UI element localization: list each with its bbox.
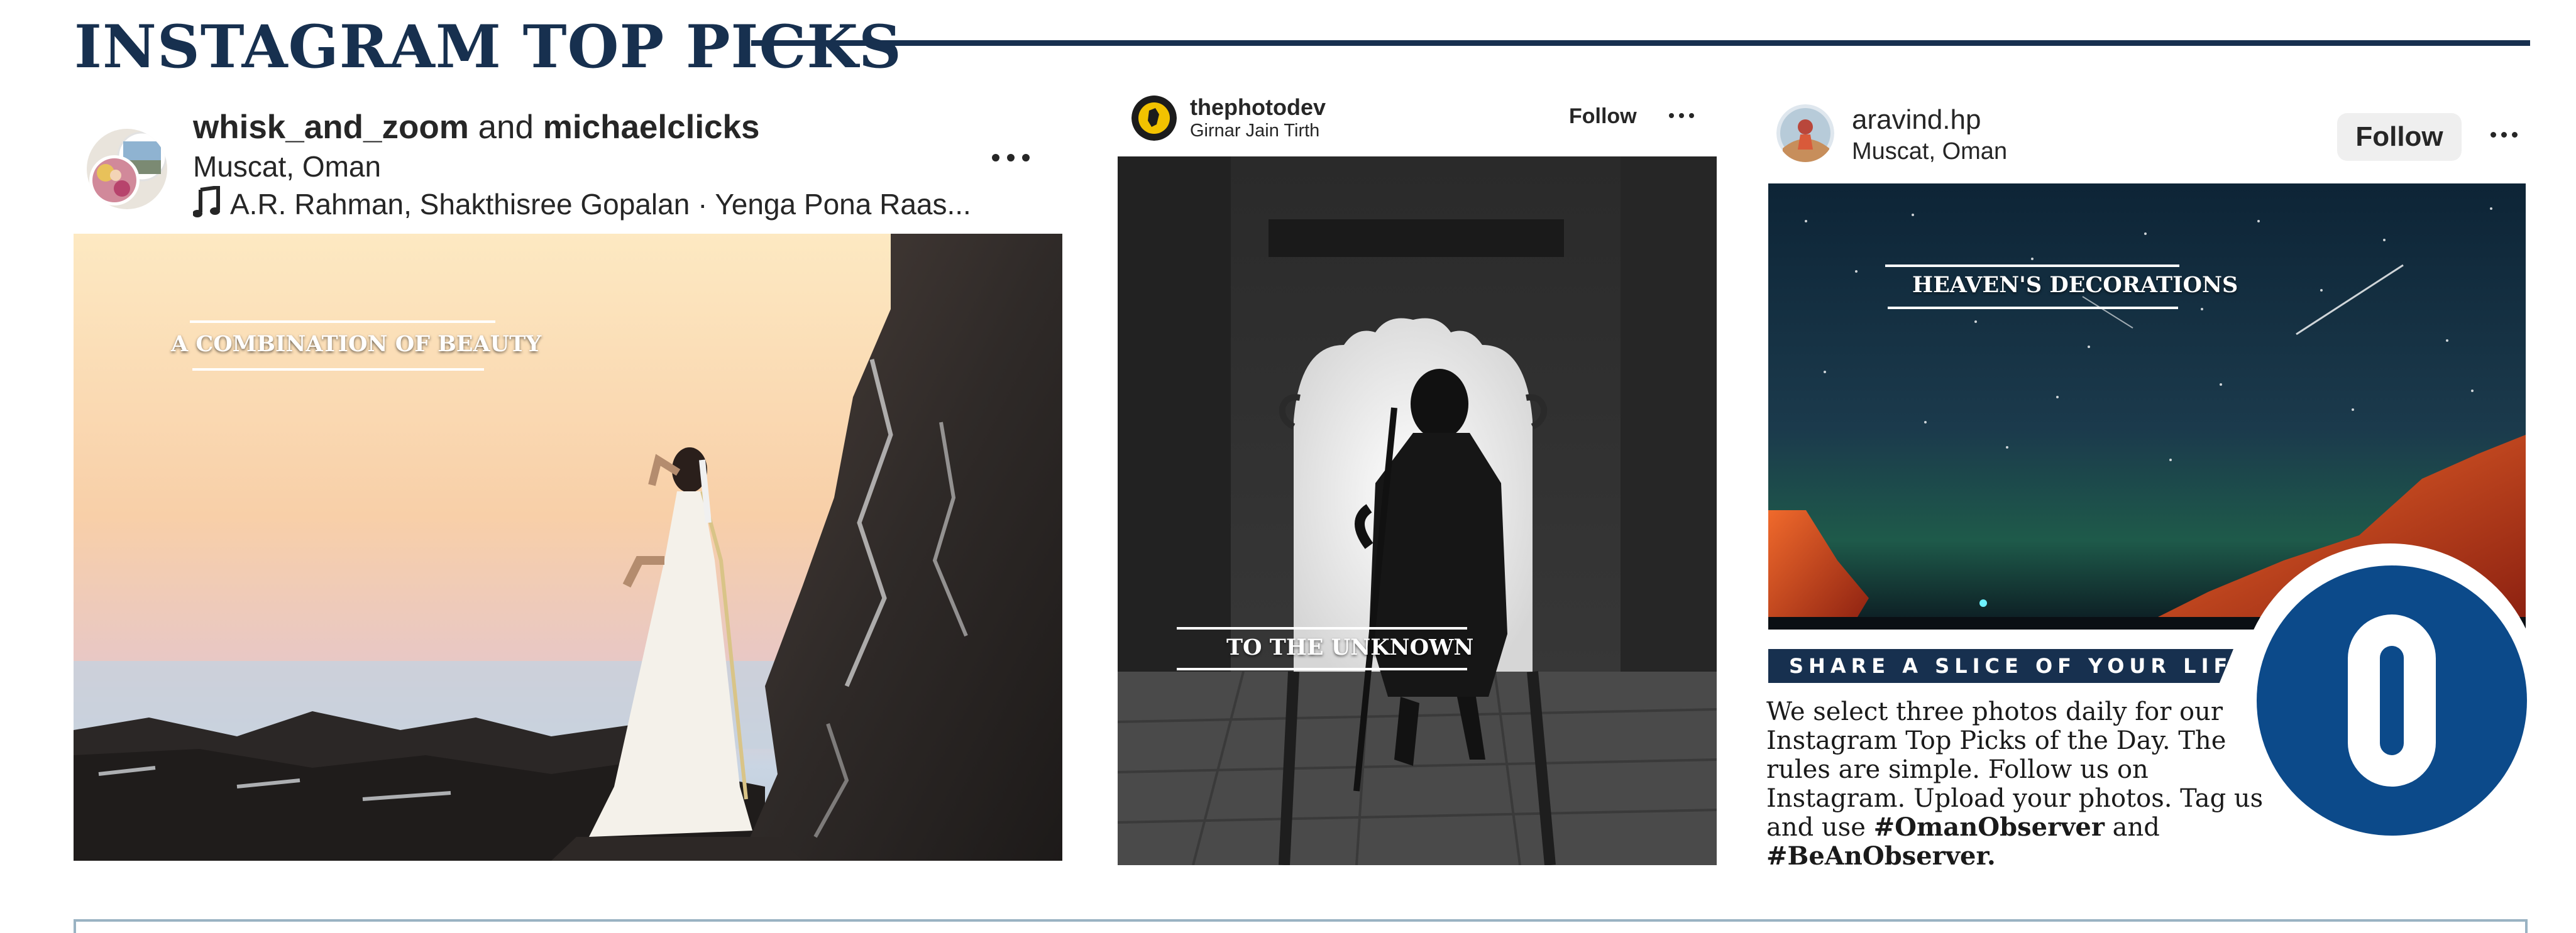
post1-music[interactable]: A.R. Rahman, Shakthisree Gopalan · Yenga… xyxy=(230,187,971,221)
post1-more-options-icon[interactable] xyxy=(988,148,1033,167)
hashtag-be-an-observer: #BeAnObserver. xyxy=(1766,841,1996,871)
hashtag-oman-observer: #OmanObserver xyxy=(1873,812,2105,842)
post2-follow-button[interactable]: Follow xyxy=(1569,104,1637,129)
post1-photo xyxy=(74,234,1062,861)
post3-follow-button[interactable]: Follow xyxy=(2337,113,2462,161)
post3-overlay-line-top xyxy=(1885,265,2179,267)
post1-conjunction: and xyxy=(478,109,534,146)
post2-more-options-icon[interactable] xyxy=(1669,108,1702,123)
section-title: INSTAGRAM TOP PICKS xyxy=(74,13,902,82)
observer-logo-letter-icon xyxy=(2348,614,2436,787)
post1-location[interactable]: Muscat, Oman xyxy=(193,150,381,183)
share-paragraph: We select three photos daily for our Ins… xyxy=(1766,697,2282,871)
post2-photo xyxy=(1118,156,1717,865)
post1-overlay-line-bottom xyxy=(192,368,484,371)
post2-overlay-line-top xyxy=(1177,627,1467,630)
post3-more-options-icon[interactable] xyxy=(2491,127,2523,142)
post3-username[interactable]: aravind.hp xyxy=(1852,104,1981,136)
post2-overlay-text: TO THE UNKNOWN xyxy=(1226,635,1474,660)
share-banner-text: SHARE A SLICE OF YOUR LIFE xyxy=(1789,654,2252,678)
post2-location[interactable]: Girnar Jain Tirth xyxy=(1190,121,1319,141)
next-section-frame xyxy=(74,919,2528,933)
post2-avatar[interactable] xyxy=(1131,95,1177,141)
post3-avatar[interactable] xyxy=(1776,104,1834,162)
post3-overlay-text: HEAVEN'S DECORATIONS xyxy=(1912,272,2238,298)
post3-overlay-line-bottom xyxy=(1888,307,2178,309)
post1-username-b[interactable]: michaelclicks xyxy=(543,109,760,146)
post1-overlay-line-top xyxy=(190,320,495,323)
post2-overlay-line-bottom xyxy=(1177,668,1467,670)
post1-avatar[interactable] xyxy=(87,129,167,209)
music-note-icon xyxy=(193,186,220,217)
title-rule xyxy=(751,40,2530,46)
post3-location[interactable]: Muscat, Oman xyxy=(1852,138,2007,165)
post1-usernames[interactable]: whisk_and_zoom and michaelclicks xyxy=(193,108,759,146)
post1-overlay-text: A COMBINATION OF BEAUTY xyxy=(171,331,542,357)
post2-username[interactable]: thephotodev xyxy=(1190,94,1326,121)
post1-username-a[interactable]: whisk_and_zoom xyxy=(193,109,469,146)
share-joiner: and xyxy=(2112,813,2160,842)
observer-logo-badge xyxy=(2257,565,2527,836)
